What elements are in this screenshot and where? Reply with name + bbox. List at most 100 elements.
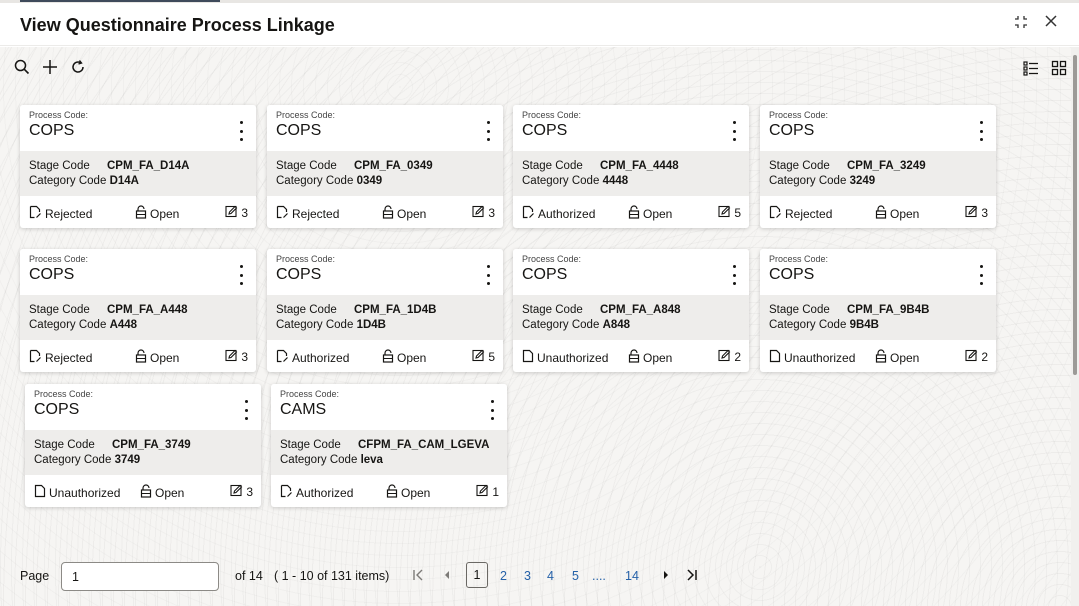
category-code-label: Category Code — [29, 319, 107, 331]
auth-status-text: Authorized — [296, 485, 354, 500]
unlock-icon — [386, 484, 398, 501]
card-header: Process Code: COPS — [760, 105, 996, 151]
card-details: Stage Code CPM_FA_4448 Category Code 4448 — [513, 151, 749, 196]
more-actions-icon[interactable] — [727, 265, 741, 285]
document-check-icon — [276, 349, 289, 366]
document-check-icon — [522, 205, 535, 222]
more-actions-icon[interactable] — [485, 400, 499, 420]
process-linkage-card[interactable]: Process Code: CAMS Stage Code CFPM_FA_CAM_L… — [271, 384, 507, 507]
process-linkage-card[interactable]: Process Code: COPS Stage Code CPM_FA_1D4B Ca… — [267, 249, 503, 372]
process-linkage-card[interactable]: Process Code: COPS Stage Code CPM_FA_D14A Ca… — [20, 105, 256, 228]
process-linkage-card[interactable]: Process Code: COPS Stage Code CPM_FA_4448 Ca… — [513, 105, 749, 228]
record-status-text: Open — [155, 485, 185, 500]
process-code-value: COPS — [29, 122, 75, 139]
process-code-label: Process Code: — [276, 110, 336, 120]
edit-icon — [225, 205, 238, 221]
process-linkage-card[interactable]: Process Code: COPS Stage Code CPM_FA_3249 Ca… — [760, 105, 996, 228]
document-icon — [522, 349, 534, 366]
next-page-icon[interactable] — [662, 568, 670, 584]
page-button[interactable]: 5 — [572, 569, 579, 583]
stage-code-label: Stage Code — [29, 304, 90, 316]
first-page-icon[interactable] — [412, 568, 424, 584]
card-footer: Rejected Open 3 — [20, 196, 256, 228]
previous-page-icon[interactable] — [443, 568, 451, 584]
more-actions-icon[interactable] — [481, 121, 495, 141]
process-linkage-card[interactable]: Process Code: COPS Stage Code CPM_FA_A848 Ca… — [513, 249, 749, 372]
card-footer: Unauthorized Open 3 — [25, 475, 261, 507]
more-actions-icon[interactable] — [481, 265, 495, 285]
page-number-input[interactable] — [61, 562, 219, 591]
category-code-label: Category Code — [276, 319, 354, 331]
unlock-icon — [382, 205, 394, 222]
process-linkage-card[interactable]: Process Code: COPS Stage Code CPM_FA_3749 Ca… — [25, 384, 261, 507]
record-status-text: Open — [401, 485, 431, 500]
process-linkage-card[interactable]: Process Code: COPS Stage Code CPM_FA_9B4B Ca… — [760, 249, 996, 372]
close-window-icon[interactable] — [1044, 12, 1058, 30]
card-header: Process Code: COPS — [20, 105, 256, 151]
category-code-label: Category Code — [769, 175, 847, 187]
more-actions-icon[interactable] — [974, 121, 988, 141]
record-status: Open — [135, 349, 179, 366]
category-code-label: Category Code — [522, 175, 600, 187]
category-code-value: 3249 — [849, 175, 876, 187]
process-code-value: COPS — [276, 122, 322, 139]
modification-count: 3 — [230, 484, 253, 500]
record-status: Open — [140, 484, 184, 501]
add-icon[interactable] — [42, 59, 58, 75]
page-button[interactable]: 3 — [524, 569, 531, 583]
card-footer: Unauthorized Open 2 — [513, 340, 749, 372]
last-page-icon[interactable] — [686, 568, 698, 584]
card-footer: Unauthorized Open 2 — [760, 340, 996, 372]
refresh-icon[interactable] — [70, 59, 86, 75]
auth-status-text: Authorized — [292, 350, 350, 365]
restore-window-icon[interactable] — [1014, 13, 1028, 31]
scrollbar-thumb[interactable] — [1073, 55, 1077, 375]
modification-count: 3 — [225, 205, 248, 221]
search-icon[interactable] — [14, 59, 30, 75]
record-status: Open — [382, 205, 426, 222]
page-button-last[interactable]: 14 — [625, 569, 639, 583]
card-header: Process Code: COPS — [760, 249, 996, 295]
modification-count: 3 — [472, 205, 495, 221]
more-actions-icon[interactable] — [727, 121, 741, 141]
category-code-value: 3749 — [114, 454, 141, 466]
more-actions-icon[interactable] — [239, 400, 253, 420]
unlock-icon — [628, 205, 640, 222]
modification-count: 3 — [225, 349, 248, 365]
stage-code-label: Stage Code — [34, 439, 95, 451]
unlock-icon — [875, 349, 887, 366]
auth-status-text: Authorized — [538, 206, 596, 221]
page-title: View Questionnaire Process Linkage — [20, 15, 335, 35]
vertical-scrollbar[interactable] — [1071, 47, 1079, 606]
record-status: Open — [386, 484, 430, 501]
process-code-value: COPS — [522, 122, 568, 139]
stage-code-value: CPM_FA_1D4B — [354, 304, 437, 316]
more-actions-icon[interactable] — [234, 121, 248, 141]
modification-count-text: 3 — [241, 206, 248, 220]
page-button[interactable]: 2 — [500, 569, 507, 583]
card-footer: Rejected Open 3 — [760, 196, 996, 228]
page-button[interactable]: 4 — [547, 569, 554, 583]
card-header: Process Code: CAMS — [271, 384, 507, 430]
more-actions-icon[interactable] — [974, 265, 988, 285]
category-code-value: 0349 — [356, 175, 383, 187]
process-linkage-card[interactable]: Process Code: COPS Stage Code CPM_FA_0349 Ca… — [267, 105, 503, 228]
modification-count-text: 3 — [246, 485, 253, 499]
process-code-label: Process Code: — [276, 254, 336, 264]
card-header: Process Code: COPS — [513, 105, 749, 151]
card-footer: Authorized Open 5 — [513, 196, 749, 228]
grid-view-icon[interactable] — [1051, 60, 1067, 76]
modification-count: 2 — [965, 349, 988, 365]
stage-code-value: CPM_FA_A448 — [107, 304, 188, 316]
auth-status-text: Rejected — [785, 206, 833, 221]
more-actions-icon[interactable] — [234, 265, 248, 285]
process-linkage-card[interactable]: Process Code: COPS Stage Code CPM_FA_A448 Ca… — [20, 249, 256, 372]
process-code-value: COPS — [769, 266, 815, 283]
page-button-current[interactable]: 1 — [466, 562, 488, 588]
unlock-icon — [628, 349, 640, 366]
process-code-label: Process Code: — [34, 389, 94, 399]
document-check-icon — [769, 205, 782, 222]
edit-icon — [965, 205, 978, 221]
card-header: Process Code: COPS — [267, 249, 503, 295]
list-view-icon[interactable] — [1023, 60, 1039, 76]
